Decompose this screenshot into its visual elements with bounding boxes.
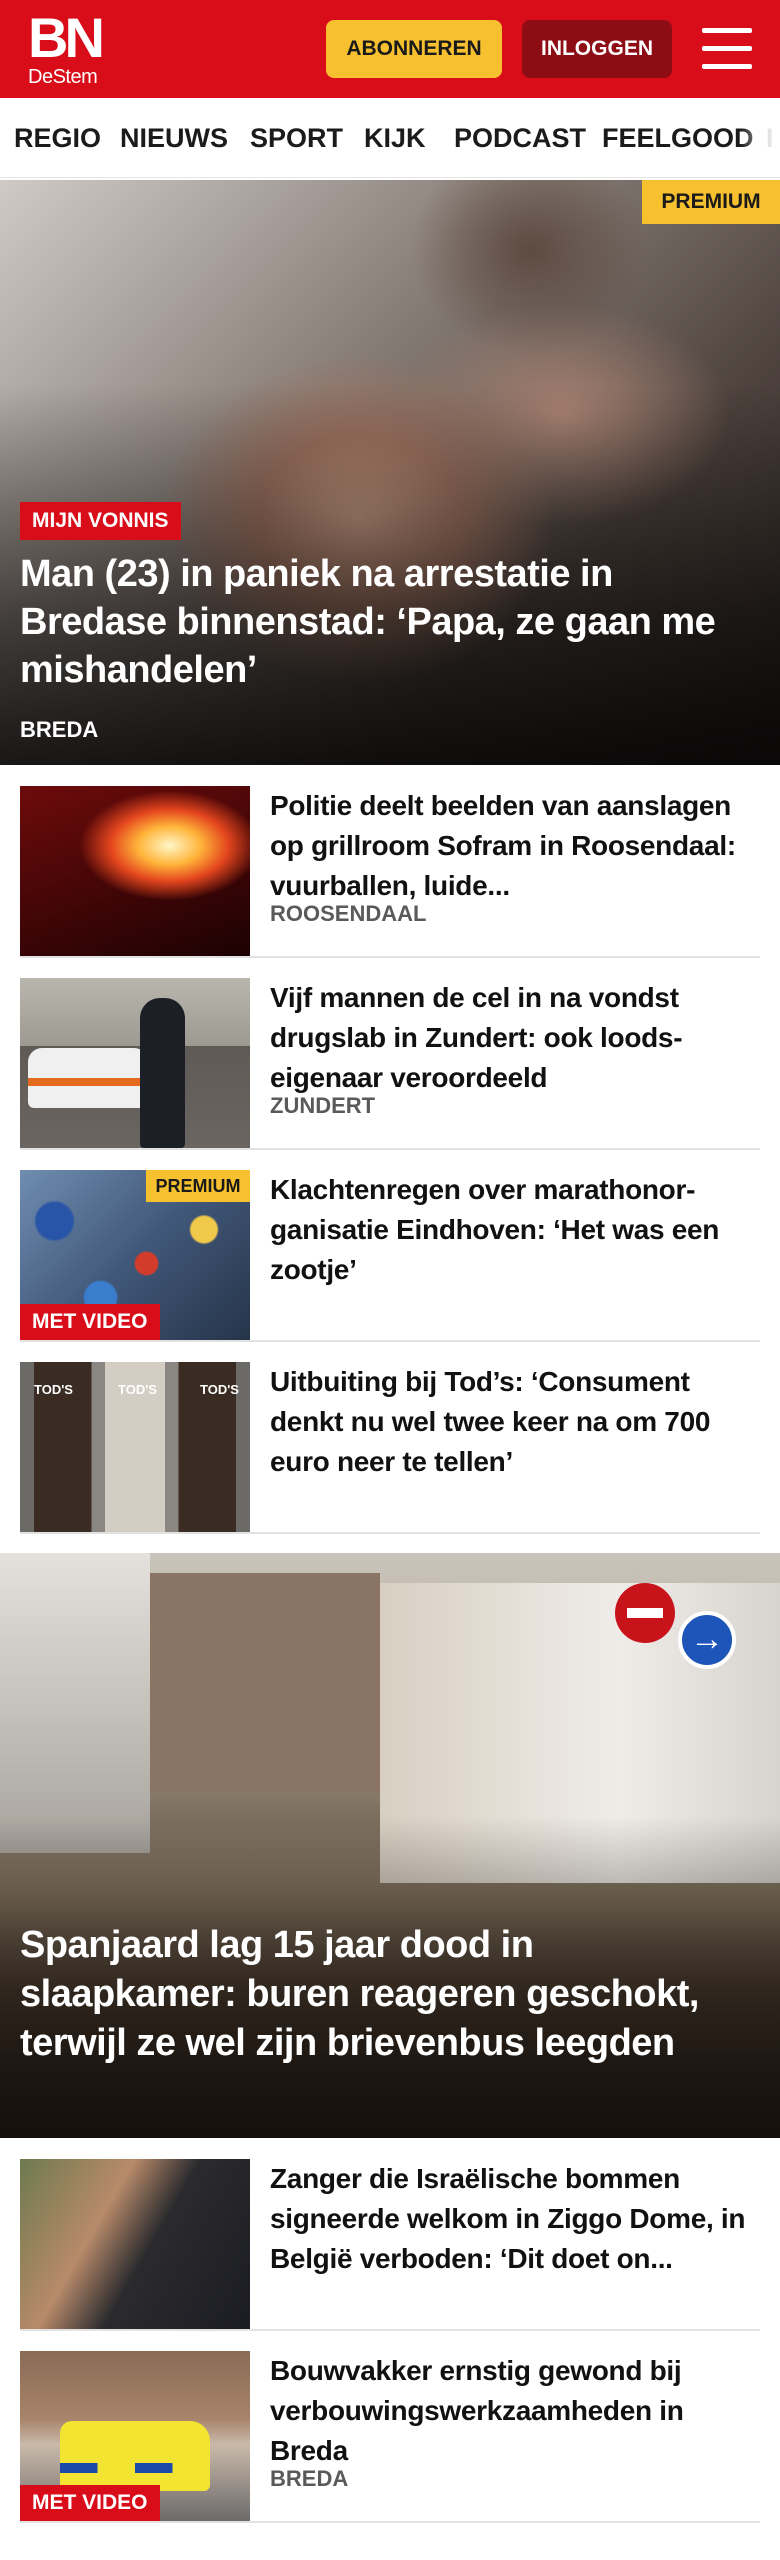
login-button[interactable]: INLOGGEN (522, 20, 672, 78)
nav-item-sport[interactable]: SPORT (250, 98, 343, 177)
list-item[interactable]: TOD'S TOD'S TOD'S Uitbuiting bij Tod’s: … (20, 1342, 760, 1534)
article-location: BREDA (270, 2466, 349, 2491)
nav-item-podcast[interactable]: PODCAST (454, 98, 586, 177)
feature-article[interactable]: → Spanjaard lag 15 jaar dood in slaapkam… (0, 1553, 780, 2138)
shop-sign-left: TOD'S (34, 1382, 73, 1397)
article-thumbnail (20, 786, 250, 956)
ambulance-shape (60, 2421, 210, 2491)
menu-bar (702, 64, 752, 69)
shop-sign-right: TOD'S (200, 1382, 239, 1397)
article-title[interactable]: Politie deelt beelden van aanslagen op g… (270, 786, 760, 906)
hamburger-menu-icon[interactable] (700, 26, 754, 72)
police-car-stripe (28, 1078, 148, 1086)
nav-item-regio[interactable]: REGIO (14, 98, 101, 177)
list-item[interactable]: PREMIUM MET VIDEO Klachtenregen over mar… (20, 1150, 760, 1342)
article-thumbnail (20, 2159, 250, 2329)
nav-item-feelgood[interactable]: FEELGOOD (602, 98, 754, 177)
list-item[interactable]: Zanger die Israëlische bommen signeerde … (20, 2139, 760, 2331)
shop-sign-center: TOD'S (118, 1382, 157, 1397)
article-title[interactable]: Zanger die Israëlische bommen signeerde … (270, 2159, 760, 2279)
video-label: MET VIDEO (20, 2485, 160, 2521)
section-nav: REGIO NIEUWS SPORT KIJK PODCAST FEELGOOD… (0, 98, 780, 178)
police-officer-shape (140, 998, 185, 1148)
hero-article[interactable]: PREMIUM MIJN VONNIS Man (23) in paniek n… (0, 180, 780, 765)
list-item[interactable]: MET VIDEO Bouwvakker ernstig gewond bij … (20, 2331, 760, 2523)
nav-item-kijk[interactable]: KIJK (364, 98, 426, 177)
hero-label: MIJN VONNIS (20, 502, 181, 540)
ambulance-stripe (60, 2463, 210, 2473)
article-thumbnail: TOD'S TOD'S TOD'S (20, 1362, 250, 1532)
top-header: BN DeStem ABONNEREN INLOGGEN (0, 0, 780, 98)
hero-title[interactable]: Man (23) in paniek na arrestatie in Bred… (20, 550, 740, 694)
nav-scroll-fade (740, 98, 780, 177)
article-title[interactable]: Vijf mannen de cel in na vondst drugslab… (270, 978, 760, 1098)
article-thumbnail: PREMIUM MET VIDEO (20, 1170, 250, 1340)
feature-title[interactable]: Spanjaard lag 15 jaar dood in slaapkamer… (20, 1921, 740, 2068)
article-location: ROOSENDAAL (270, 901, 427, 926)
article-title[interactable]: Uitbuiting bij Tod’s: ‘Consument denkt n… (270, 1362, 760, 1482)
menu-bar (702, 28, 752, 33)
article-location: ZUNDERT (270, 1093, 376, 1118)
article-title[interactable]: Klachtenregen over marathonor-ganisatie … (270, 1170, 760, 1290)
premium-badge: PREMIUM (642, 180, 780, 224)
hero-location: BREDA (20, 717, 99, 742)
list-item[interactable]: Politie deelt beelden van aanslagen op g… (20, 766, 760, 958)
menu-bar (702, 46, 752, 51)
logo-main-text: BN (28, 6, 105, 69)
premium-badge: PREMIUM (146, 1170, 250, 1202)
article-title[interactable]: Bouwvakker ernstig gewond bij verbouwing… (270, 2351, 760, 2471)
logo-sub-text: DeStem (28, 66, 98, 88)
nav-item-nieuws[interactable]: NIEUWS (120, 98, 228, 177)
bn-destem-logo[interactable]: BN DeStem (28, 6, 112, 89)
article-thumbnail (20, 978, 250, 1148)
subscribe-button[interactable]: ABONNEREN (326, 20, 502, 78)
list-item[interactable]: Vijf mannen de cel in na vondst drugslab… (20, 958, 760, 1150)
video-label: MET VIDEO (20, 1304, 160, 1340)
article-thumbnail: MET VIDEO (20, 2351, 250, 2521)
